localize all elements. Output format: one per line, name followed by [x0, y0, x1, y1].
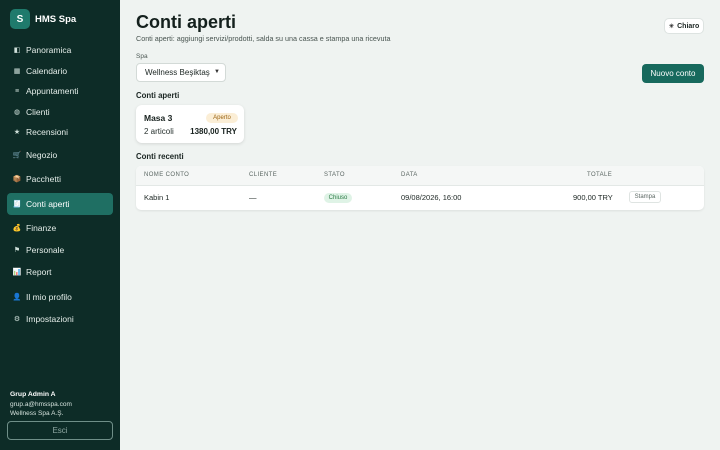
sidebar: S HMS Spa ◧ Panoramica ▦ Calendario ≡ Ap… — [0, 0, 120, 450]
user-icon: 👤 — [12, 294, 22, 301]
user-email: grup.a@hmsspa.com — [10, 400, 72, 408]
clients-icon: ◍ — [13, 109, 21, 116]
sidebar-item-impostazioni[interactable]: ⚙ Impostazioni — [7, 310, 113, 328]
sidebar-item-conti-aperti[interactable]: 🧾 Conti aperti — [7, 193, 113, 215]
sidebar-item-label: Personale — [26, 245, 65, 255]
column-header-customer: CLIENTE — [249, 172, 278, 178]
open-tab-card[interactable]: Masa 3 Aperto 2 articoli 1380,00 TRY — [136, 105, 244, 143]
logout-button[interactable]: Esci — [7, 421, 113, 440]
recent-tabs-title: Conti recenti — [136, 152, 184, 161]
package-icon: 📦 — [12, 176, 22, 183]
status-badge: Aperto — [206, 113, 238, 123]
brand-logo: S — [10, 9, 30, 29]
brand: S HMS Spa — [10, 9, 76, 29]
sidebar-item-panoramica[interactable]: ◧ Panoramica — [7, 41, 113, 59]
chart-icon: 📊 — [12, 269, 22, 276]
user-info: Grup Admin A grup.a@hmsspa.com Wellness … — [10, 390, 72, 419]
sidebar-item-calendario[interactable]: ▦ Calendario — [7, 62, 113, 80]
star-icon: ★ — [13, 129, 21, 136]
table-header: NOME CONTO CLIENTE STATO DATA TOTALE — [136, 166, 704, 186]
dashboard-icon: ◧ — [13, 47, 21, 54]
sidebar-item-il-mio-profilo[interactable]: 👤 Il mio profilo — [7, 288, 113, 306]
calendar-icon: ▦ — [13, 68, 21, 75]
brand-name: HMS Spa — [35, 13, 77, 25]
theme-label: Chiaro — [677, 22, 700, 30]
status-badge: Chiuso — [324, 193, 352, 203]
flag-icon: ⚑ — [13, 247, 21, 254]
spa-select-value: Wellness Beşiktaş — [145, 68, 210, 77]
row-date: 09/08/2026, 16:00 — [401, 193, 462, 202]
page-title: Conti aperti — [136, 12, 237, 32]
sidebar-item-label: Clienti — [26, 107, 50, 117]
user-company: Wellness Spa A.Ş. — [10, 410, 64, 417]
user-name: Grup Admin A — [10, 391, 56, 398]
sidebar-item-label: Il mio profilo — [26, 292, 72, 302]
sidebar-item-personale[interactable]: ⚑ Personale — [7, 241, 113, 259]
sidebar-item-label: Recensioni — [26, 127, 69, 137]
sidebar-item-finanze[interactable]: 💰 Finanze — [7, 219, 113, 237]
open-tabs-title: Conti aperti — [136, 91, 180, 100]
tab-total: 1380,00 TRY — [190, 127, 237, 136]
page-subtitle: Conti aperti: aggiungi servizi/prodotti,… — [136, 34, 391, 43]
column-header-total: TOTALE — [587, 172, 613, 178]
sidebar-item-report[interactable]: 📊 Report — [7, 263, 113, 281]
sun-icon: ☀ — [668, 23, 675, 30]
print-button[interactable]: Stampa — [629, 191, 661, 203]
tab-name: Masa 3 — [144, 113, 173, 123]
sidebar-item-recensioni[interactable]: ★ Recensioni — [7, 123, 113, 141]
sidebar-item-label: Finanze — [26, 223, 57, 233]
row-tab-name: Kabin 1 — [144, 193, 170, 202]
sidebar-item-pacchetti[interactable]: 📦 Pacchetti — [7, 170, 113, 188]
theme-toggle-button[interactable]: ☀ Chiaro — [664, 18, 704, 34]
sidebar-item-label: Panoramica — [26, 45, 72, 55]
chevron-down-icon: ▼ — [214, 69, 220, 75]
column-header-name: NOME CONTO — [144, 172, 190, 178]
recent-tabs-table: NOME CONTO CLIENTE STATO DATA TOTALE Kab… — [136, 166, 704, 210]
sidebar-item-label: Conti aperti — [26, 199, 70, 209]
sidebar-item-label: Pacchetti — [26, 174, 61, 184]
money-bag-icon: 💰 — [12, 225, 22, 232]
sidebar-item-label: Appuntamenti — [26, 86, 79, 96]
sidebar-item-label: Report — [26, 267, 52, 277]
spa-label: Spa — [136, 53, 148, 60]
sidebar-item-label: Impostazioni — [26, 314, 74, 324]
cart-icon: 🛒 — [12, 152, 22, 159]
column-header-date: DATA — [401, 172, 418, 178]
row-total: 900,00 TRY — [573, 193, 613, 202]
row-customer: — — [249, 193, 257, 202]
column-header-status: STATO — [324, 172, 346, 178]
tab-items-count: 2 articoli — [144, 127, 174, 136]
receipt-icon: 🧾 — [12, 201, 22, 208]
sidebar-item-clienti[interactable]: ◍ Clienti — [7, 103, 113, 121]
new-tab-button[interactable]: Nuovo conto — [642, 64, 704, 83]
gear-icon: ⚙ — [13, 316, 21, 323]
sidebar-item-label: Negozio — [26, 150, 58, 160]
spa-select[interactable]: Wellness Beşiktaş ▼ — [136, 63, 226, 82]
sidebar-item-appuntamenti[interactable]: ≡ Appuntamenti — [7, 82, 113, 100]
list-icon: ≡ — [14, 87, 20, 95]
sidebar-item-negozio[interactable]: 🛒 Negozio — [7, 146, 113, 164]
sidebar-item-label: Calendario — [26, 66, 68, 76]
